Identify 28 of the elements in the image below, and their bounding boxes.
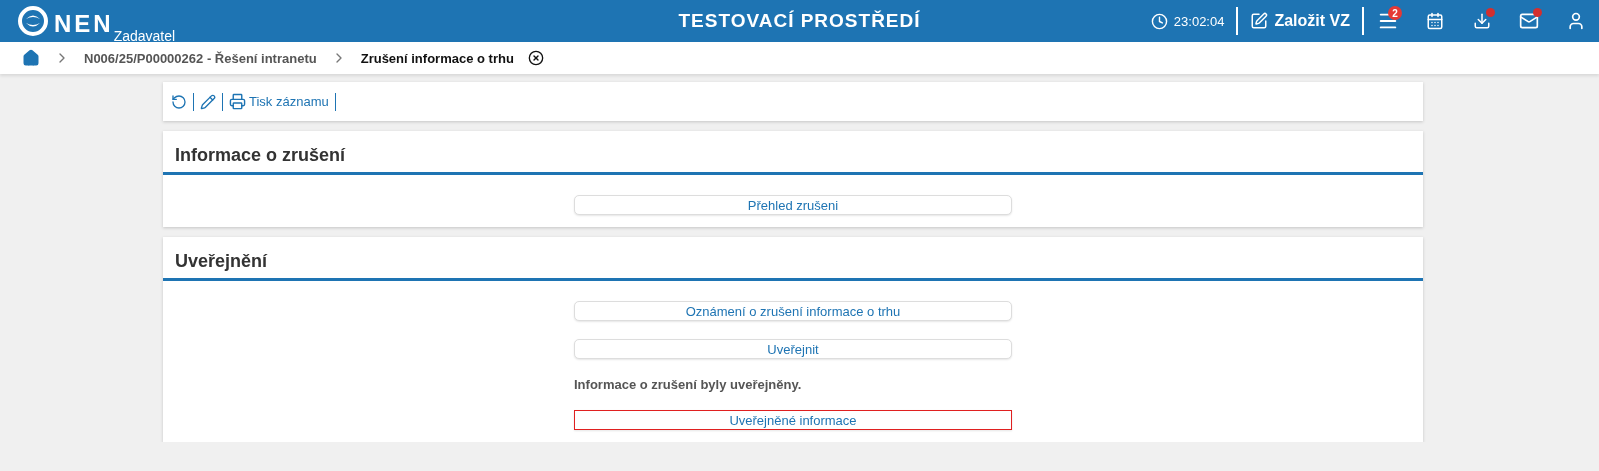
- breadcrumb-current: Zrušení informace o trhu: [360, 50, 514, 66]
- print-button[interactable]: Tisk záznamu: [229, 93, 329, 110]
- logo-icon: [18, 6, 48, 36]
- create-button[interactable]: Založit VZ: [1238, 12, 1362, 30]
- menu-button[interactable]: 2: [1364, 0, 1411, 42]
- edit-icon: [1250, 12, 1269, 30]
- status-text: Informace o zrušení byly uveřejněny.: [574, 377, 803, 392]
- breadcrumb-link[interactable]: N006/25/P00000262 - Řešení intranetu: [84, 50, 317, 66]
- time-label: 23:02:04: [1173, 13, 1225, 29]
- action-button[interactable]: Přehled zrušeni: [574, 195, 1012, 215]
- role-label: Zadavatel: [113, 28, 176, 44]
- section-title: Informace o zrušení: [163, 131, 1423, 175]
- printer-icon: [229, 93, 246, 110]
- action-button[interactable]: Uveřejněné informace: [574, 410, 1012, 430]
- refresh-button[interactable]: [171, 93, 187, 110]
- notification-badge: 2: [1388, 6, 1402, 20]
- close-icon[interactable]: [527, 50, 544, 66]
- clock-icon: [1150, 12, 1168, 30]
- logo-text: NEN: [54, 12, 114, 36]
- home-icon[interactable]: [22, 49, 40, 67]
- action-button[interactable]: Uveřejnit: [574, 339, 1012, 359]
- download-icon: [1472, 12, 1491, 30]
- environment-title: TESTOVACÍ PROSTŘEDÍ: [678, 10, 921, 32]
- edit-button[interactable]: [200, 93, 216, 110]
- action-button[interactable]: Oznámení o zrušení informace o trhu: [574, 301, 1012, 321]
- mail-icon: [1518, 11, 1539, 31]
- section-title: Uveřejnění: [163, 237, 1423, 281]
- calendar-icon: [1425, 12, 1444, 30]
